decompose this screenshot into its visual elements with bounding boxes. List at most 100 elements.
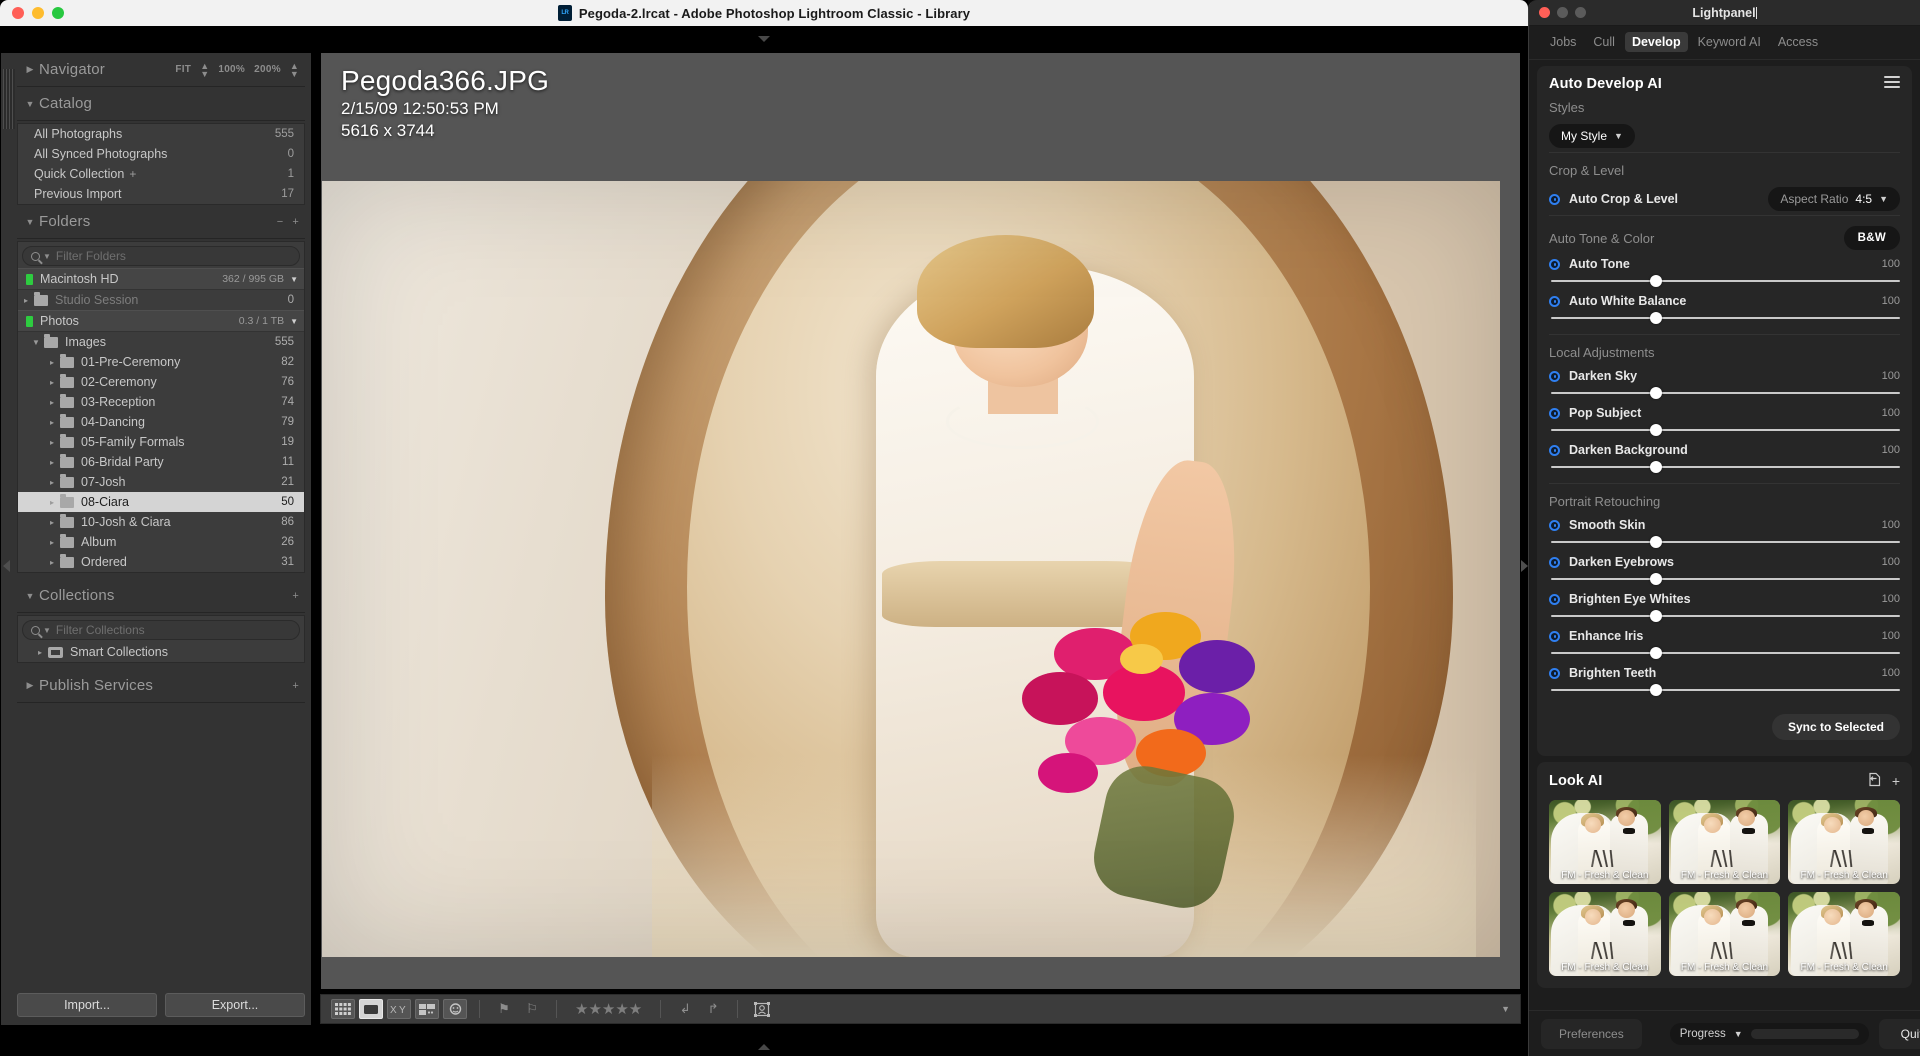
disclosure-triangle-icon[interactable]: ▸	[44, 558, 60, 567]
chevron-down-icon[interactable]: ▼	[43, 252, 51, 261]
volume-menu-icon[interactable]: ▼	[290, 317, 298, 326]
publish-services-plus-button[interactable]: +	[292, 680, 299, 692]
slider-knob[interactable]	[1649, 387, 1662, 399]
publish-services-panel-header[interactable]: ▶ Publish Services +	[17, 669, 305, 703]
zoom-fit-option[interactable]: FIT	[175, 64, 191, 75]
catalog-item-all-photographs[interactable]: All Photographs 555	[18, 124, 304, 144]
window-traffic-lights[interactable]	[12, 7, 64, 19]
catalog-item-previous-import[interactable]: Previous Import 17	[18, 184, 304, 204]
image-viewer[interactable]: Pegoda366.JPG 2/15/09 12:50:53 PM 5616 x…	[320, 52, 1521, 990]
navigator-panel-header[interactable]: ▶ Navigator FIT ▲ ▼ 100% 200% ▲ ▼	[17, 53, 305, 87]
disclosure-triangle-icon[interactable]: ▸	[44, 538, 60, 547]
slider-toggle[interactable]	[1549, 667, 1560, 679]
tab-keyword-ai[interactable]: Keyword AI	[1691, 32, 1768, 52]
compare-view-icon[interactable]: XY	[387, 999, 411, 1019]
tab-access[interactable]: Access	[1771, 32, 1825, 52]
slider-knob[interactable]	[1649, 312, 1662, 324]
volume-macintosh-hd[interactable]: Macintosh HD 362 / 995 GB ▼	[18, 268, 304, 290]
disclosure-triangle-icon[interactable]: ▸	[44, 518, 60, 527]
slider-track-area[interactable]	[1551, 387, 1900, 399]
slider-track-area[interactable]	[1551, 424, 1900, 436]
slider-knob[interactable]	[1649, 424, 1662, 436]
tab-develop[interactable]: Develop	[1624, 32, 1688, 52]
preferences-button[interactable]: Preferences	[1541, 1018, 1642, 1049]
disclosure-triangle-icon[interactable]: ▸	[44, 398, 60, 407]
disclosure-triangle-icon[interactable]: ▸	[44, 438, 60, 447]
people-view-icon[interactable]	[443, 999, 467, 1019]
toolbar-options-chevron-icon[interactable]: ▼	[1501, 1004, 1510, 1014]
disclosure-triangle-icon[interactable]: ▼	[21, 217, 39, 227]
slider-toggle[interactable]	[1549, 258, 1560, 270]
slider-toggle[interactable]	[1549, 630, 1560, 642]
slider-toggle[interactable]	[1549, 407, 1560, 419]
slider-toggle[interactable]	[1549, 370, 1560, 382]
bottom-panel-strip[interactable]	[0, 1026, 1528, 1056]
collection-item-smart-collections[interactable]: ▸ Smart Collections	[18, 642, 304, 662]
star-rating-control[interactable]: ★★★★★	[569, 1000, 648, 1018]
slider-toggle[interactable]	[1549, 444, 1560, 456]
slider-track-area[interactable]	[1551, 275, 1900, 287]
slider-toggle[interactable]	[1549, 519, 1560, 531]
slider-knob[interactable]	[1649, 684, 1662, 696]
disclosure-triangle-icon[interactable]: ▸	[44, 458, 60, 467]
quick-collection-plus-icon[interactable]: +	[129, 167, 136, 181]
hamburger-menu-icon[interactable]	[1884, 76, 1900, 88]
folders-filter-input[interactable]: ▼ Filter Folders	[22, 246, 300, 266]
progress-control[interactable]: Progress ▼	[1669, 1022, 1869, 1045]
look-preset-thumbnail[interactable]: FM - Fresh & Clean	[1788, 800, 1900, 884]
maximize-button[interactable]	[52, 7, 64, 19]
disclosure-triangle-icon[interactable]: ▼	[21, 591, 39, 601]
slider-knob[interactable]	[1649, 536, 1662, 548]
collections-plus-button[interactable]: +	[292, 590, 299, 602]
photo-image[interactable]	[322, 181, 1500, 957]
disclosure-triangle-icon[interactable]: ▼	[28, 338, 44, 347]
crop-overlay-icon[interactable]	[750, 999, 774, 1019]
slider-track-area[interactable]	[1551, 461, 1900, 473]
sync-to-selected-button[interactable]: Sync to Selected	[1771, 714, 1900, 740]
aspect-ratio-dropdown[interactable]: Aspect Ratio 4:5 ▼	[1768, 187, 1900, 211]
lightpanel-minimize-button[interactable]	[1557, 7, 1568, 18]
auto-crop-level-toggle[interactable]	[1549, 193, 1560, 205]
rotate-left-icon[interactable]: ↲	[673, 999, 697, 1019]
look-preset-thumbnail[interactable]: FM - Fresh & Clean	[1788, 892, 1900, 976]
volume-menu-icon[interactable]: ▼	[290, 275, 298, 284]
zoom-200-option[interactable]: 200%	[254, 64, 281, 75]
disclosure-triangle-icon[interactable]: ▸	[44, 478, 60, 487]
folder-row[interactable]: ▸ 04-Dancing 79	[18, 412, 304, 432]
catalog-item-all-synced-photographs[interactable]: All Synced Photographs 0	[18, 144, 304, 164]
disclosure-triangle-icon[interactable]: ▸	[18, 296, 34, 305]
folder-row[interactable]: ▸ Album 26	[18, 532, 304, 552]
show-top-panel-caret-icon[interactable]	[758, 36, 770, 42]
close-button[interactable]	[12, 7, 24, 19]
chevron-down-icon[interactable]: ▼	[1734, 1029, 1743, 1039]
show-left-panel-caret-icon[interactable]	[3, 560, 10, 572]
slider-track-area[interactable]	[1551, 312, 1900, 324]
look-preset-thumbnail[interactable]: FM - Fresh & Clean	[1549, 892, 1661, 976]
slider-track-area[interactable]	[1551, 573, 1900, 585]
folder-row[interactable]: ▸ 07-Josh 21	[18, 472, 304, 492]
bw-toggle-button[interactable]: B&W	[1843, 226, 1900, 250]
volume-photos[interactable]: Photos 0.3 / 1 TB ▼	[18, 310, 304, 332]
collections-filter-input[interactable]: ▼ Filter Collections	[22, 620, 300, 640]
flag-reject-icon[interactable]: ⚐	[520, 999, 544, 1019]
disclosure-triangle-icon[interactable]: ▶	[21, 680, 39, 691]
flag-pick-icon[interactable]: ⚑	[492, 999, 516, 1019]
folder-row[interactable]: ▸ Ordered 31	[18, 552, 304, 572]
import-preset-icon[interactable]	[1867, 772, 1882, 790]
look-preset-thumbnail[interactable]: FM - Fresh & Clean	[1668, 892, 1781, 976]
export-button[interactable]: Export...	[165, 993, 305, 1017]
folder-row[interactable]: ▸ 10-Josh & Ciara 86	[18, 512, 304, 532]
import-button[interactable]: Import...	[17, 993, 157, 1017]
slider-track-area[interactable]	[1551, 647, 1900, 659]
slider-toggle[interactable]	[1549, 556, 1560, 568]
catalog-panel-header[interactable]: ▼ Catalog	[17, 87, 305, 121]
disclosure-triangle-icon[interactable]: ▼	[21, 99, 39, 109]
survey-view-icon[interactable]	[415, 999, 439, 1019]
rotate-right-icon[interactable]: ↱	[701, 999, 725, 1019]
lightpanel-maximize-button[interactable]	[1575, 7, 1586, 18]
folders-plus-button[interactable]: +	[292, 216, 299, 228]
folder-row[interactable]: ▸ 02-Ceremony 76	[18, 372, 304, 392]
folder-row[interactable]: ▸ 05-Family Formals 19	[18, 432, 304, 452]
disclosure-triangle-icon[interactable]: ▸	[44, 498, 60, 507]
grid-view-icon[interactable]	[331, 999, 355, 1019]
